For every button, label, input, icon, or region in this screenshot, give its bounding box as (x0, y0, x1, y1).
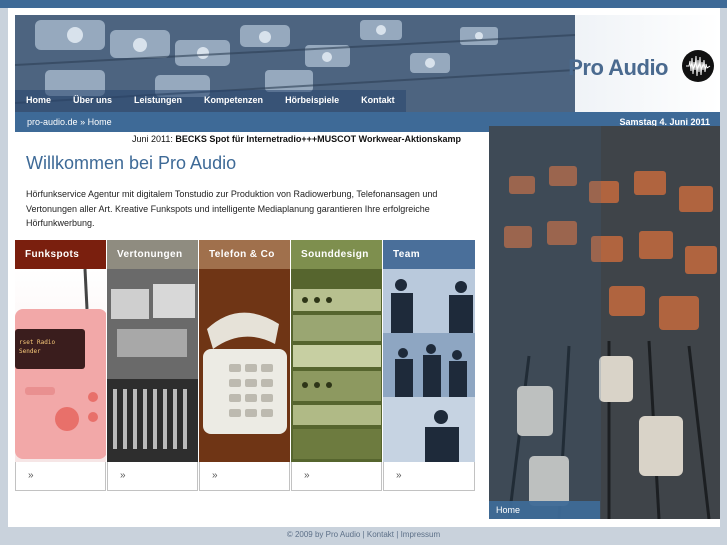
nav-item-leistungen[interactable]: Leistungen (123, 90, 193, 112)
ticker-text[interactable]: BECKS Spot für Internetradio+++MUSCOT Wo… (175, 134, 461, 144)
top-band (0, 0, 727, 8)
breadcrumb-site-link[interactable]: pro-audio.de (27, 117, 78, 127)
breadcrumb-current: Home (87, 117, 112, 127)
tile-funkspots: Funkspots rset Radio Sender » (15, 240, 107, 492)
footer-separator: | (362, 530, 365, 539)
nav-item-kontakt[interactable]: Kontakt (350, 90, 406, 112)
tile-label-vertonungen[interactable]: Vertonungen (107, 240, 198, 269)
breadcrumb: pro-audio.de » Home (27, 117, 112, 127)
breadcrumb-separator: » (80, 117, 86, 127)
intro-text: Hörfunkservice Agentur mit digitalem Ton… (26, 189, 438, 228)
ticker-date: Juni 2011: (132, 134, 176, 144)
tile-more-funkspots[interactable]: » (15, 462, 106, 491)
footer: © 2009 by Pro Audio | Kontakt | Impressu… (0, 530, 727, 539)
nav-item-ueber-uns[interactable]: Über uns (62, 90, 123, 112)
tile-team: Team » (383, 240, 475, 492)
service-tiles: Funkspots rset Radio Sender » Vertonunge… (15, 240, 475, 492)
svg-text:Sender: Sender (19, 348, 41, 355)
page-container: Pro Audio Home Über uns Leistungen Kompe… (8, 8, 720, 527)
mixing-console-photo: Home (489, 126, 720, 519)
tile-label-funkspots[interactable]: Funkspots (15, 240, 106, 269)
footer-copyright: © 2009 by Pro Audio (286, 530, 361, 539)
tile-more-telefon[interactable]: » (199, 462, 290, 491)
tile-label-team[interactable]: Team (383, 240, 475, 269)
radio-image[interactable]: rset Radio Sender (15, 269, 106, 462)
tile-vertonungen: Vertonungen » (107, 240, 199, 492)
footer-separator: | (396, 530, 399, 539)
logo-text[interactable]: Pro Audio (568, 55, 668, 81)
tile-sounddesign: Sounddesign » (291, 240, 383, 492)
tile-label-telefon[interactable]: Telefon & Co (199, 240, 290, 269)
nav-item-kompetenzen[interactable]: Kompetenzen (193, 90, 274, 112)
tile-telefon: Telefon & Co » (199, 240, 291, 492)
console-photo-graphic (489, 126, 720, 519)
footer-impressum-link[interactable]: Impressum (401, 530, 441, 539)
team-photo-image[interactable] (383, 269, 475, 462)
tile-more-vertonungen[interactable]: » (107, 462, 198, 491)
studio-image[interactable] (107, 269, 198, 462)
tile-more-team[interactable]: » (383, 462, 475, 491)
main-navigation: Home Über uns Leistungen Kompetenzen Hör… (15, 90, 406, 112)
rack-equipment-image[interactable] (291, 269, 382, 462)
tile-more-sounddesign[interactable]: » (291, 462, 382, 491)
logo-waveform-icon[interactable] (682, 50, 714, 82)
nav-item-hoerbeispiele[interactable]: Hörbeispiele (274, 90, 350, 112)
tile-label-sounddesign[interactable]: Sounddesign (291, 240, 382, 269)
telephone-image[interactable] (199, 269, 290, 462)
svg-text:rset Radio: rset Radio (19, 339, 56, 346)
nav-item-home[interactable]: Home (15, 90, 62, 112)
page-title: Willkommen bei Pro Audio (26, 153, 237, 173)
footer-kontakt-link[interactable]: Kontakt (367, 530, 394, 539)
news-ticker[interactable]: Juni 2011: BECKS Spot für Internetradio+… (132, 134, 490, 146)
photo-caption: Home (489, 501, 600, 519)
